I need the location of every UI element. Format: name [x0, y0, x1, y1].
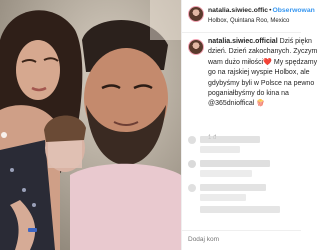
post-header: natalia.siwiec.offic•Obserwowan Holbox, …: [188, 5, 315, 31]
caption-text: natalia.siwiec.official Dziś piękn dzień…: [208, 37, 320, 110]
header-username[interactable]: natalia.siwiec.offic: [208, 7, 268, 14]
caption-line-2: dzień. Dzień zakochanych. Zyczym: [208, 48, 318, 56]
blurred-comment: [200, 194, 246, 201]
blurred-comment: [200, 160, 270, 167]
avatar[interactable]: [188, 6, 204, 22]
carousel-dot: [1, 132, 7, 138]
caption-line-1: natalia.siwiec.official Dziś piękn: [208, 37, 320, 47]
caption-line-3: wam dużo miłości❤️ My spędzamy: [208, 58, 318, 66]
follow-button[interactable]: Obserwowan: [272, 7, 314, 14]
caption-avatar[interactable]: [188, 39, 204, 55]
comment-avatar: [188, 184, 196, 192]
blurred-comment: [200, 184, 266, 191]
location-link[interactable]: Holbox, Quintana Roo, Mexico: [208, 17, 289, 25]
caption-line-6: poganiałbyśmy do kina na: [208, 90, 289, 98]
header-line: natalia.siwiec.offic•Obserwowan: [208, 6, 320, 15]
caption-line-5: gdybyśmy byli w Polsce na pewno: [208, 79, 315, 87]
comment-input[interactable]: [188, 236, 278, 243]
comment-avatar: [188, 160, 196, 168]
post-photo: [0, 0, 181, 250]
header-divider: [182, 32, 301, 33]
blurred-comment: [200, 136, 260, 143]
blurred-comment: [200, 170, 252, 177]
caption-line-text: Dziś piękn: [279, 38, 312, 45]
caption-line-7[interactable]: @365dnioffical 🍿: [208, 99, 320, 109]
caption-username[interactable]: natalia.siwiec.official: [208, 38, 278, 45]
photo-illustration: [0, 0, 181, 250]
blurred-comment: [200, 146, 240, 153]
comment-avatar: [188, 136, 196, 144]
post-panel: natalia.siwiec.offic•Obserwowan Holbox, …: [181, 0, 317, 251]
caption-line-4: go na rajskiej wyspie Holbox, ale: [208, 69, 310, 77]
comment-bar: [182, 230, 301, 251]
blurred-comments: [186, 132, 301, 222]
blurred-comment: [200, 206, 280, 213]
